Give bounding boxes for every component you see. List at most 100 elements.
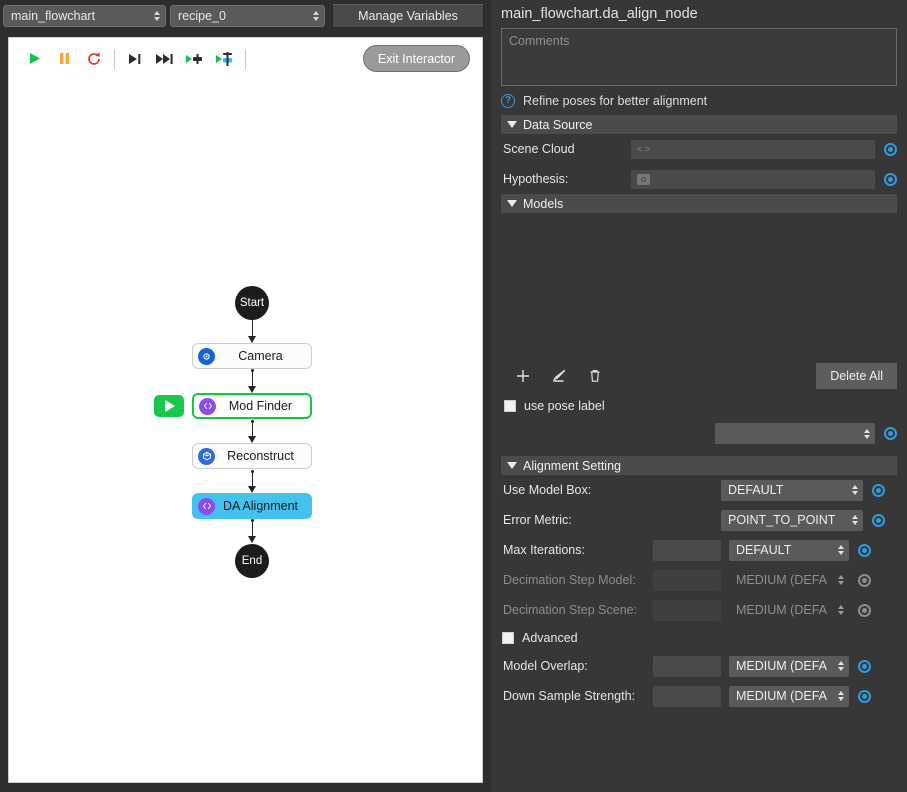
delete-all-button[interactable]: Delete All — [816, 363, 897, 389]
camera-icon — [198, 347, 215, 365]
flow-node-mod-finder-label: Mod Finder — [228, 399, 293, 413]
use-pose-label-checkbox[interactable] — [504, 400, 516, 412]
top-toolbar: main_flowchart recipe_0 Manage Variables — [0, 0, 491, 31]
down-sample-strength-input[interactable] — [653, 685, 721, 707]
flow-node-end-label: End — [241, 555, 263, 567]
code-icon — [198, 497, 215, 515]
flow-node-end[interactable]: End — [235, 544, 269, 578]
edit-icon[interactable] — [541, 363, 577, 389]
flow-node-start[interactable]: Start — [235, 286, 269, 320]
models-list[interactable] — [491, 213, 907, 359]
model-overlap-input[interactable] — [653, 655, 721, 677]
chevron-updown-icon — [838, 691, 844, 701]
chevron-updown-icon — [838, 545, 844, 555]
flow-node-da-alignment[interactable]: DA Alignment — [192, 493, 312, 519]
chevron-updown-icon — [852, 515, 858, 525]
hint-text: Refine poses for better alignment — [523, 94, 708, 108]
comments-input[interactable]: Comments — [501, 28, 897, 86]
code-icon — [199, 397, 216, 415]
max-iterations-input[interactable] — [653, 539, 721, 561]
models-toolbar: Delete All — [491, 359, 907, 393]
decimation-step-model-select: MEDIUM (DEFA — [729, 570, 849, 591]
add-icon[interactable] — [505, 363, 541, 389]
max-iterations-select-value: DEFAULT — [736, 543, 792, 557]
row-hypothesis: Hypothesis: — [491, 164, 907, 194]
down-sample-strength-label: Down Sample Strength: — [503, 689, 636, 703]
section-alignment-setting-label: Alignment Setting — [523, 458, 621, 473]
section-models-label: Models — [523, 196, 564, 211]
advanced-checkbox[interactable] — [502, 632, 514, 644]
max-iterations-select[interactable]: DEFAULT — [729, 539, 849, 561]
flow-node-camera-label: Camera — [238, 349, 283, 363]
section-data-source[interactable]: Data Source — [501, 115, 897, 134]
flowchart-select-value: main_flowchart — [11, 8, 96, 23]
model-overlap-select[interactable]: MEDIUM (DEFA — [729, 655, 849, 677]
row-model-overlap: Model Overlap: MEDIUM (DEFA — [491, 651, 907, 681]
row-max-iterations: Max Iterations: DEFAULT — [491, 535, 907, 565]
inspector-pane: main_flowchart.da_align_node Comments ? … — [491, 0, 907, 792]
flow-node-reconstruct[interactable]: Reconstruct — [192, 443, 312, 469]
decimation-step-model-input — [653, 569, 721, 591]
down-sample-strength-select[interactable]: MEDIUM (DEFA — [729, 685, 849, 707]
error-metric-record-button[interactable] — [872, 513, 885, 527]
section-alignment-setting[interactable]: Alignment Setting — [501, 456, 897, 475]
use-model-box-record-button[interactable] — [872, 483, 885, 497]
decimation-step-model-label: Decimation Step Model: — [503, 573, 636, 587]
row-error-metric: Error Metric: POINT_TO_POINT — [491, 505, 907, 535]
hypothesis-input[interactable] — [631, 169, 875, 189]
play-icon — [165, 400, 175, 412]
chevron-down-icon — [507, 462, 517, 469]
manage-variables-button[interactable]: Manage Variables — [332, 3, 484, 28]
row-use-model-box: Use Model Box: DEFAULT — [491, 475, 907, 505]
advanced-label: Advanced — [522, 631, 578, 645]
delete-icon[interactable] — [577, 363, 613, 389]
chevron-down-icon — [507, 200, 517, 207]
row-decimation-step-scene: Decimation Step Scene: MEDIUM (DEFA — [491, 595, 907, 625]
error-metric-select[interactable]: POINT_TO_POINT — [721, 509, 863, 531]
use-model-box-select[interactable]: DEFAULT — [721, 479, 863, 501]
recipe-select-value: recipe_0 — [178, 8, 226, 23]
model-overlap-record-button[interactable] — [858, 659, 871, 673]
row-scene-cloud: Scene Cloud < > — [491, 134, 907, 164]
flow-arrow — [247, 336, 256, 343]
scene-cloud-record-button[interactable] — [884, 142, 897, 156]
cube-icon — [198, 447, 215, 465]
question-icon[interactable]: ? — [501, 94, 515, 108]
pose-label-select[interactable] — [715, 423, 875, 444]
row-down-sample-strength: Down Sample Strength: MEDIUM (DEFA — [491, 681, 907, 711]
decimation-step-scene-input — [653, 599, 721, 621]
run-node-badge[interactable] — [154, 395, 184, 417]
row-decimation-step-model: Decimation Step Model: MEDIUM (DEFA — [491, 565, 907, 595]
recipe-select[interactable]: recipe_0 — [170, 4, 325, 27]
down-sample-strength-select-value: MEDIUM (DEFA — [736, 689, 827, 703]
flowchart-graph: Start Camera Mod Finder Reconstruct DA A… — [9, 38, 482, 782]
hypothesis-record-button[interactable] — [884, 172, 897, 186]
use-pose-label-text: use pose label — [524, 399, 605, 413]
flowchart-pane: main_flowchart recipe_0 Manage Variables — [0, 0, 491, 792]
flowchart-canvas[interactable]: Exit Interactor Start Camera Mod Finder … — [8, 37, 483, 783]
chevron-updown-icon — [154, 10, 160, 21]
chevron-updown-icon — [864, 428, 870, 439]
decimation-step-model-record-button — [858, 573, 871, 587]
section-models[interactable]: Models — [501, 194, 897, 213]
hypothesis-label: Hypothesis: — [503, 172, 569, 186]
pose-label-record-button[interactable] — [884, 427, 897, 440]
down-sample-strength-record-button[interactable] — [858, 689, 871, 703]
flow-node-mod-finder[interactable]: Mod Finder — [192, 393, 312, 419]
scene-cloud-label: Scene Cloud — [503, 142, 575, 156]
chevron-down-icon — [507, 121, 517, 128]
max-iterations-label: Max Iterations: — [503, 543, 585, 557]
error-metric-value: POINT_TO_POINT — [728, 513, 836, 527]
flow-node-camera[interactable]: Camera — [192, 343, 312, 369]
model-overlap-select-value: MEDIUM (DEFA — [736, 659, 827, 673]
max-iterations-record-button[interactable] — [858, 543, 871, 557]
error-metric-label: Error Metric: — [503, 513, 572, 527]
flow-node-start-label: Start — [239, 297, 265, 309]
scene-cloud-input[interactable]: < > — [631, 139, 875, 159]
section-data-source-label: Data Source — [523, 117, 593, 132]
decimation-step-scene-label: Decimation Step Scene: — [503, 603, 638, 617]
flowchart-select[interactable]: main_flowchart — [3, 4, 166, 27]
flow-arrow — [247, 536, 256, 543]
application-window: main_flowchart recipe_0 Manage Variables — [0, 0, 907, 792]
decimation-step-scene-select: MEDIUM (DEFA — [729, 600, 849, 621]
